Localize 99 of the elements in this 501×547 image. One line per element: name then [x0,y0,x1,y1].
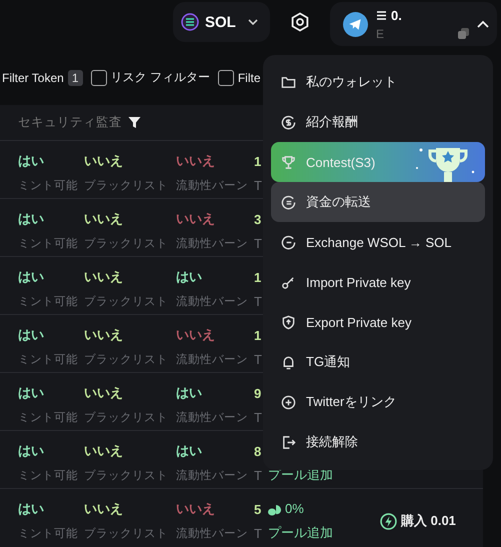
cell-label: 流動性バーン [176,526,248,540]
copy-icon[interactable] [458,28,469,39]
table-cell: 5 [254,502,262,516]
table-cell: いいえ [84,442,123,460]
folder-icon [281,74,296,90]
table-cell: T [254,236,262,250]
checkbox-label: Filte [238,70,261,84]
table-cell: はい [18,326,44,344]
table-cell: いいえ [176,152,215,170]
table-cell: いいえ [84,500,123,518]
cell-label: ミント可能 [18,178,78,192]
shield-icon [281,314,296,330]
table-cell: T [254,294,262,308]
cell-label: 流動性バーン [176,410,248,424]
cell-label: ブラックリスト [84,178,168,192]
trophy-icon [281,154,296,170]
table-cell: T [254,178,262,192]
table-cell: はい [176,268,202,286]
table-cell: いいえ [176,210,215,228]
table-cell: はい [18,152,44,170]
buy-button[interactable]: 購入 0.01 [380,512,456,530]
solana-bars-icon [376,10,387,20]
settings-icon [290,12,310,32]
table-cell: T [254,410,262,424]
key-icon [281,274,296,290]
table-cell: 1 [254,270,262,284]
pool-label: プール追加 [268,525,333,541]
table-cell: いいえ [84,152,123,170]
table-cell: いいえ [84,210,123,228]
menu-item[interactable]: 資金の転送 [271,182,485,222]
cell-label: 流動性バーン [176,178,248,192]
table-cell: いいえ [84,268,123,286]
table-cell: はい [18,500,44,518]
table-cell: はい [18,442,44,460]
cell-label: ブラックリスト [84,236,168,250]
checkbox-label: リスク フィルター [110,69,210,86]
chevron-up-icon[interactable] [477,20,489,28]
table-cell: T [254,352,262,366]
menu-item[interactable]: Twitterをリンク [271,382,485,422]
paper-plane-avatar-icon [343,12,368,36]
menu-item[interactable]: Import Private key [271,262,485,302]
table-cell: はい [18,268,44,286]
cell-label: ブラックリスト [84,468,168,482]
cell-label: ブラックリスト [84,294,168,308]
table-cell: いいえ [84,326,123,344]
table-cell: はい [18,384,44,402]
cell-label: ミント可能 [18,352,78,366]
cell-label: ミント可能 [18,410,78,424]
cell-label: 流動性バーン [176,468,248,482]
cell-label: 流動性バーン [176,236,248,250]
menu-item[interactable]: 接続解除 [271,422,485,462]
cell-label: ブラックリスト [84,410,168,424]
dollar-coin-icon [281,114,296,130]
table-cell: はい [176,384,202,402]
chevron-down-icon [248,19,258,25]
plus-circle-icon [281,394,296,410]
lightning-icon [380,512,397,530]
cell-label: ブラックリスト [84,526,168,540]
column-header: セキュリティ監査 [18,114,122,131]
table-cell: 1 [254,328,262,342]
table-cell: いいえ [176,500,215,518]
pool-percent: 0% [268,501,304,517]
bell-icon [281,354,296,370]
wallet-address: E [376,26,384,40]
table-cell: 3 [254,212,262,226]
cell-label: ミント可能 [18,468,78,482]
cell-label: ブラックリスト [84,352,168,366]
coins-icon [268,502,282,516]
filter-token-label: Filter Token [2,70,64,84]
filter-count: 1 [68,70,82,86]
table-cell: T [254,526,262,540]
chain-selector[interactable]: SOL [173,2,270,42]
checkbox[interactable] [218,70,234,86]
logout-icon [281,434,296,450]
menu-item[interactable]: TG通知 [271,342,485,382]
table-cell: 9 [254,386,262,400]
wallet-panel[interactable]: 0. E [330,2,497,46]
cell-label: 流動性バーン [176,352,248,366]
wallet-balance: 0. [391,8,402,22]
cell-label: ミント可能 [18,526,78,540]
table-cell: いいえ [84,384,123,402]
table-cell: 8 [254,444,262,458]
cell-label: ミント可能 [18,294,78,308]
menu-item[interactable]: 私のウォレット [271,62,485,102]
table-cell: はい [18,210,44,228]
cell-label: ミント可能 [18,236,78,250]
solana-logo-icon [181,13,199,31]
table-cell: いいえ [176,326,215,344]
table-cell: T [254,468,262,482]
table-cell: 1 [254,154,262,168]
menu-item[interactable]: 紹介報酬 [271,102,485,142]
table-cell: はい [176,442,202,460]
checkbox[interactable] [90,70,106,86]
exchange-icon [281,234,296,250]
menu-item[interactable]: Export Private key [271,302,485,342]
menu-item[interactable]: Exchange WSOL → SOL [271,222,485,262]
transfer-icon [281,194,296,210]
cell-label: 流動性バーン [176,294,248,308]
filter-icon[interactable] [128,116,141,129]
